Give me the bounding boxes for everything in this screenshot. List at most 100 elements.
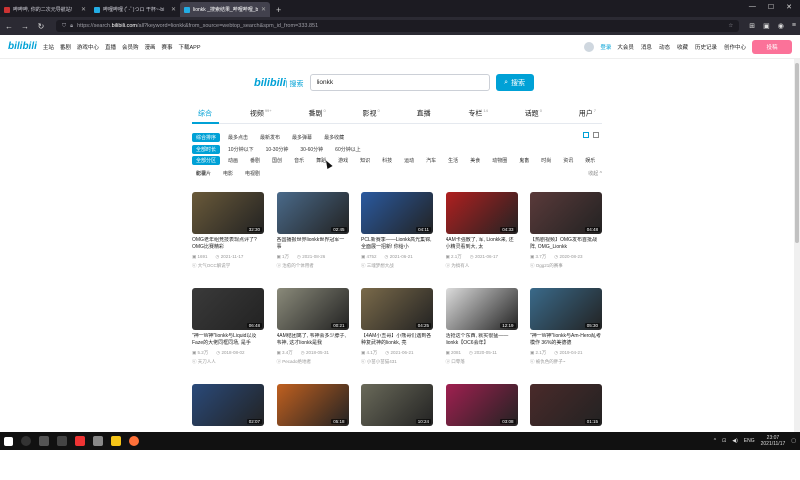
close-tab-icon[interactable]: ✕ (81, 6, 86, 13)
tab-6[interactable]: 话题0 (519, 104, 548, 123)
header-link[interactable]: 动态 (659, 43, 670, 51)
firefox-icon[interactable] (129, 436, 139, 446)
grid-view-icon[interactable] (583, 132, 589, 138)
video-title[interactable]: 【热剧视频】OMG发布首批战阵, OMG_Lionkk (530, 237, 602, 251)
video-card[interactable]: 02:45 各国播报世界lionkk世界冠军一事 ▣ 1万 ◷ 2021-08-26 ⓤ… (276, 192, 349, 288)
tab-5[interactable]: 专栏14 (462, 104, 493, 123)
header-link[interactable]: 历史记录 (695, 43, 717, 51)
filter-chip[interactable]: 汽车 (422, 156, 440, 165)
publish-button[interactable]: 投稿 (752, 39, 792, 54)
container-icon[interactable]: ▣ (763, 22, 770, 30)
filter-chip[interactable]: 最多点击 (224, 133, 252, 142)
uploader-name[interactable]: ⓤ 被仇色的胖子~ (530, 359, 602, 365)
filter-chip[interactable]: 运动 (400, 156, 418, 165)
video-thumbnail[interactable]: 01:15 (530, 384, 602, 426)
site-logo[interactable]: bilibili (8, 41, 37, 52)
video-card[interactable]: 06:48 "神一W神"lionkk与Liquid以及Faze的大佬同框同场, 是… (192, 288, 264, 384)
filter-chip[interactable]: 音乐 (290, 156, 308, 165)
header-link[interactable]: 收藏 (677, 43, 688, 51)
video-thumbnail[interactable]: 12:19 (445, 288, 518, 330)
uploader-name[interactable]: ⓤ 治愈的个体用者 (277, 263, 349, 269)
uploader-name[interactable]: ⓤ 口零落 (446, 359, 518, 365)
avatar[interactable] (584, 41, 595, 52)
video-title[interactable]: 各国播报世界lionkk世界冠军一事 (277, 237, 349, 251)
video-title[interactable]: "神一W神"lionkk与Am-Hero乱考模作 36%的美德德 (530, 333, 602, 347)
video-title[interactable]: OMG老年组竞技表现点评了? OMG比赛精彩 (192, 237, 264, 251)
close-window-icon[interactable]: ✕ (786, 3, 792, 11)
clock[interactable]: 23:07 2021/11/17 (761, 435, 786, 447)
network-icon[interactable]: ⊡ (722, 438, 726, 444)
fold-toggle[interactable]: 收起 ^ (588, 170, 602, 177)
uploader-name[interactable]: ⓤ 大气OCC解说学 (192, 263, 264, 269)
bookmark-star-icon[interactable]: ☆ (728, 23, 733, 29)
menu-icon[interactable]: ≡ (792, 22, 796, 30)
video-thumbnail[interactable]: 04:48 (530, 192, 602, 234)
filter-chip[interactable]: 娱乐 (581, 156, 599, 165)
filter-chip[interactable]: 美食 (466, 156, 484, 165)
video-title[interactable]: PCL新赛季——Lionkk高光集锦, 全面展一招新! 你给小 (361, 237, 433, 251)
filter-chip[interactable]: 国创 (268, 156, 286, 165)
filter-chip[interactable]: 10分钟以下 (224, 145, 258, 154)
file-explorer-icon[interactable] (111, 436, 121, 446)
steam-icon[interactable] (57, 436, 67, 446)
netease-music-icon[interactable] (75, 436, 85, 446)
filter-chip[interactable]: 电影 (219, 169, 237, 178)
browser-tab[interactable]: 哔哩哔哩 (ﾟ-ﾟ)つロ 干杯~-bi ✕ (90, 2, 180, 17)
header-link[interactable]: 创作中心 (724, 43, 746, 51)
new-tab-icon[interactable]: + (270, 5, 287, 17)
minimize-icon[interactable]: — (749, 3, 756, 11)
filter-chip[interactable]: 10-30分钟 (262, 145, 293, 154)
filter-chip[interactable]: 番剧 (246, 156, 264, 165)
video-thumbnail[interactable]: 02:07 (192, 384, 264, 426)
reload-icon[interactable]: ↻ (36, 22, 46, 31)
scrollbar-thumb[interactable] (795, 63, 799, 243)
site-nav-item[interactable]: 直播 (105, 43, 116, 51)
tab-1[interactable]: 视频99+ (244, 104, 278, 123)
site-nav-item[interactable]: 下载APP (179, 43, 201, 51)
video-thumbnail[interactable]: 04:33 (445, 192, 518, 234)
filter-chip[interactable]: 最多弹幕 (288, 133, 316, 142)
maximize-icon[interactable]: ☐ (768, 3, 774, 11)
video-thumbnail[interactable]: 04:11 (361, 192, 433, 234)
video-thumbnail[interactable]: 00:21 (276, 288, 349, 330)
filter-chip[interactable]: 全部时长 (192, 144, 221, 154)
video-thumbnail[interactable]: 03:08 (445, 384, 518, 426)
site-nav-item[interactable]: 游戏中心 (77, 43, 99, 51)
windows-start-icon[interactable] (4, 436, 13, 446)
filter-chip[interactable]: 全部分区 (192, 156, 221, 165)
filter-chip[interactable]: 游戏 (334, 156, 352, 165)
close-tab-icon[interactable]: ✕ (171, 6, 176, 13)
uploader-name[interactable]: ⓤ 三魂梦想大战 (361, 263, 433, 269)
uploader-name[interactable]: ⓤ 为搞有人 (446, 263, 518, 269)
filter-chip[interactable]: 最新发布 (256, 133, 284, 142)
video-thumbnail[interactable]: 05:30 (530, 288, 602, 330)
filter-chip[interactable]: 纪录片 (192, 169, 215, 178)
site-nav-item[interactable]: 赛事 (161, 43, 172, 51)
browser-tab[interactable]: 哔哔哔, 你的二次元导航站! ✕ (0, 2, 90, 17)
site-nav-item[interactable]: 番剧 (60, 43, 71, 51)
video-thumbnail[interactable]: 02:45 (276, 192, 349, 234)
tab-2[interactable]: 番剧0 (302, 104, 331, 123)
filter-chip[interactable]: 科技 (378, 156, 396, 165)
video-card[interactable]: 04:11 PCL新赛季——Lionkk高光集锦, 全面展一招新! 你给小 ▣ 47… (361, 192, 433, 288)
filter-chip[interactable]: 资讯 (559, 156, 577, 165)
volume-icon[interactable]: ◀︎) (732, 438, 738, 444)
scrollbar[interactable] (794, 59, 800, 432)
site-nav-item[interactable]: 漫画 (144, 43, 155, 51)
video-title[interactable]: 活抢这个东西, 就实很猛——lionkk【OC6会年】 (446, 333, 518, 347)
header-link[interactable]: 大会员 (617, 43, 634, 51)
task-view-icon[interactable] (39, 436, 49, 446)
video-card[interactable]: 32:30 OMG老年组竞技表现点评了? OMG比赛精彩 ▣ 1691 ◷ 2021-… (192, 192, 264, 288)
filter-chip[interactable]: 知识 (356, 156, 374, 165)
browser-tab[interactable]: lionkk _搜索结果_哔哩哔哩_bi ✕ (180, 2, 270, 17)
video-title[interactable]: "神一W神"lionkk与Liquid以及Faze的大佬同框同场, 是手 (192, 333, 264, 347)
filter-chip[interactable]: 鬼畜 (515, 156, 533, 165)
close-tab-icon[interactable]: ✕ (261, 6, 266, 13)
video-card[interactable]: 00:21 4AM结团离了, 韦神会多少脖子, 韦神, 这才lionkk是我 ▣ 3… (276, 288, 349, 384)
search-input[interactable] (309, 74, 490, 91)
video-card[interactable]: 05:30 "神一W神"lionkk与Am-Hero乱考模作 36%的美德德 ▣ 2… (530, 288, 602, 384)
language-indicator[interactable]: ENG (744, 438, 755, 444)
tray-arrow-icon[interactable]: ^ (714, 438, 716, 444)
list-view-icon[interactable] (593, 132, 599, 138)
filter-chip[interactable]: 时尚 (537, 156, 555, 165)
